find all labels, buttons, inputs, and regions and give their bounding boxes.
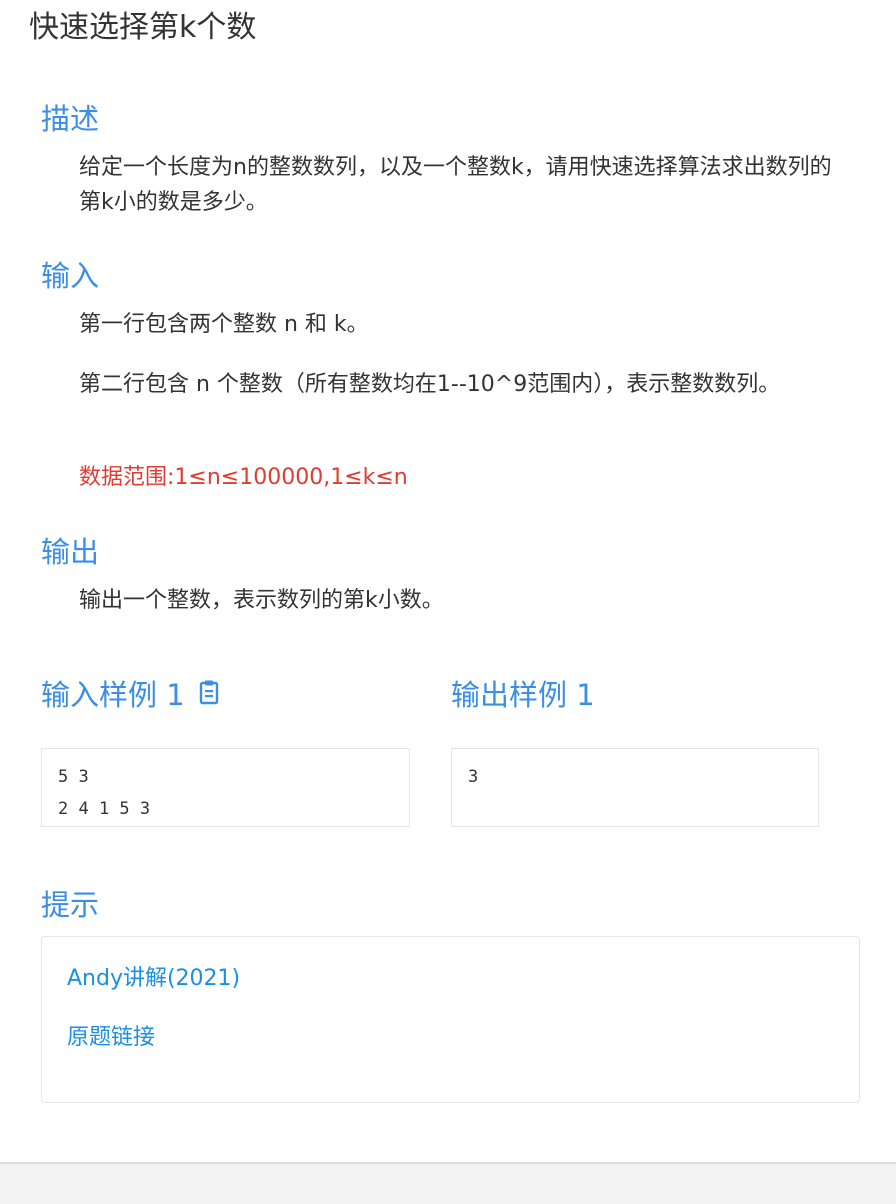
input-line-1: 第一行包含两个整数 n 和 k。: [79, 312, 369, 337]
input-heading: 输入: [41, 259, 100, 293]
sample-output-box[interactable]: 3: [451, 748, 819, 827]
input-line-2: 第二行包含 n 个整数（所有整数均在1--10^9范围内），表示整数数列。: [79, 372, 781, 397]
description-text: 给定一个长度为n的整数数列，以及一个整数k，请用快速选择算法求出数列的第k小的数…: [79, 155, 832, 215]
output-text: 输出一个整数，表示数列的第k小数。: [79, 588, 444, 613]
sample-input-heading: 输入样例 1: [41, 677, 219, 713]
sample-output-heading: 输出样例 1: [451, 678, 595, 712]
hint-heading: 提示: [41, 888, 100, 922]
original-problem-link[interactable]: 原题链接: [67, 1023, 155, 1053]
hint-box: Andy讲解(2021) 原题链接: [41, 936, 860, 1103]
andy-explanation-link[interactable]: Andy讲解(2021): [67, 964, 240, 994]
page-title: 快速选择第k个数: [29, 10, 257, 45]
data-range-note: 数据范围:1≤n≤100000,1≤k≤n: [79, 465, 408, 490]
sample-input-heading-label: 输入样例 1: [41, 678, 185, 712]
clipboard-icon[interactable]: [199, 677, 219, 713]
footer-bar: [0, 1162, 896, 1204]
sample-input-box[interactable]: 5 3 2 4 1 5 3: [41, 748, 410, 827]
description-heading: 描述: [41, 102, 100, 136]
clipboard-icon-svg: [199, 680, 218, 705]
output-heading: 输出: [41, 535, 100, 569]
